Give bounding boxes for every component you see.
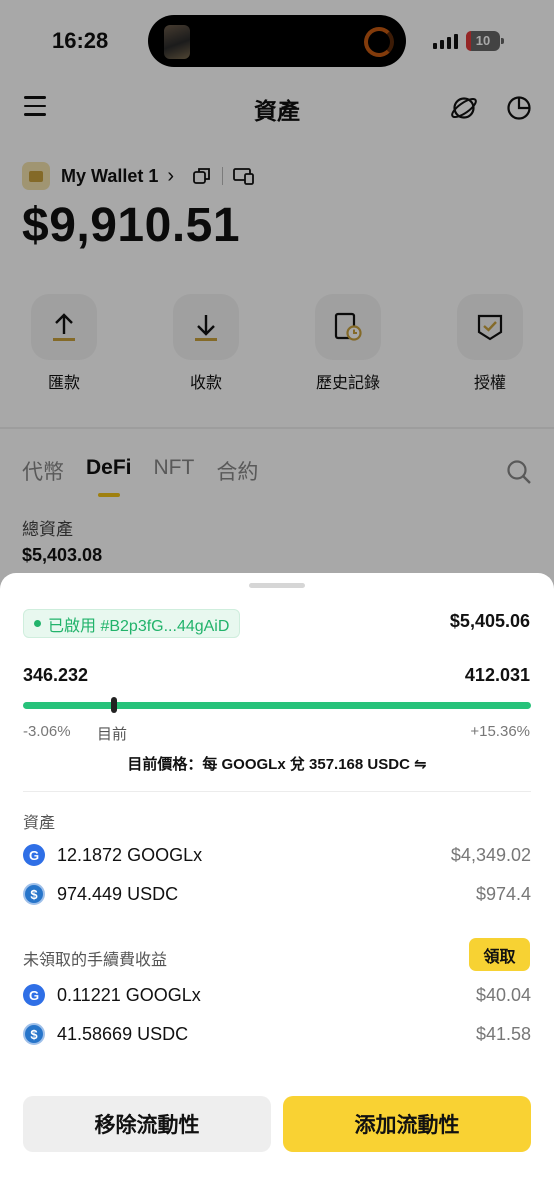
range-high-price: 412.031 <box>464 665 530 685</box>
active-dot-icon <box>34 620 41 627</box>
position-value: $5,405.06 <box>449 611 530 631</box>
fee-usd-value: $41.58 <box>475 1023 531 1044</box>
asset-amount: 974.449 USDC <box>57 883 179 904</box>
googlx-icon: G <box>23 984 45 1006</box>
range-low-percent: -3.06% <box>23 723 71 740</box>
unclaimed-fees-label: 未領取的手續費收益 <box>23 952 168 969</box>
claim-button[interactable]: 領取 <box>469 938 530 971</box>
current-price-marker <box>111 697 118 713</box>
asset-row-googlx: G 12.1872 GOOGLx $4,349.02 <box>23 842 531 868</box>
position-sheet: 已啟用 #B2p3fG...44gAiD $5,405.06 346.232 4… <box>0 573 554 1200</box>
remove-liquidity-button[interactable]: 移除流動性 <box>23 1096 271 1152</box>
position-id: 已啟用 #B2p3fG...44gAiD <box>48 617 230 635</box>
fee-row-googlx: G 0.11221 GOOGLx $40.04 <box>23 982 531 1008</box>
divider <box>23 791 531 792</box>
price-range-bar <box>23 697 531 713</box>
googlx-icon: G <box>23 844 45 866</box>
sheet-handle[interactable] <box>249 583 305 588</box>
add-liquidity-button[interactable]: 添加流動性 <box>283 1096 531 1152</box>
current-price-text[interactable]: 目前價格：每 GOOGLx 兌 357.168 USDC ⇋ <box>0 753 554 774</box>
current-label: 目前 <box>97 726 128 743</box>
fee-amount: 0.11221 GOOGLx <box>57 984 201 1005</box>
asset-amount: 12.1872 GOOGLx <box>57 844 203 865</box>
asset-usd-value: $4,349.02 <box>450 844 531 865</box>
asset-row-usdc: $ 974.449 USDC $974.4 <box>23 881 531 907</box>
usdc-icon: $ <box>23 1023 45 1045</box>
position-status-badge[interactable]: 已啟用 #B2p3fG...44gAiD <box>23 609 241 638</box>
assets-section-label: 資產 <box>23 815 56 832</box>
range-low-price: 346.232 <box>23 665 89 685</box>
fee-row-usdc: $ 41.58669 USDC $41.58 <box>23 1021 531 1047</box>
fee-amount: 41.58669 USDC <box>57 1023 189 1044</box>
asset-usd-value: $974.4 <box>475 883 531 904</box>
usdc-icon: $ <box>23 883 45 905</box>
range-high-percent: +15.36% <box>470 723 530 740</box>
fee-usd-value: $40.04 <box>475 984 531 1005</box>
